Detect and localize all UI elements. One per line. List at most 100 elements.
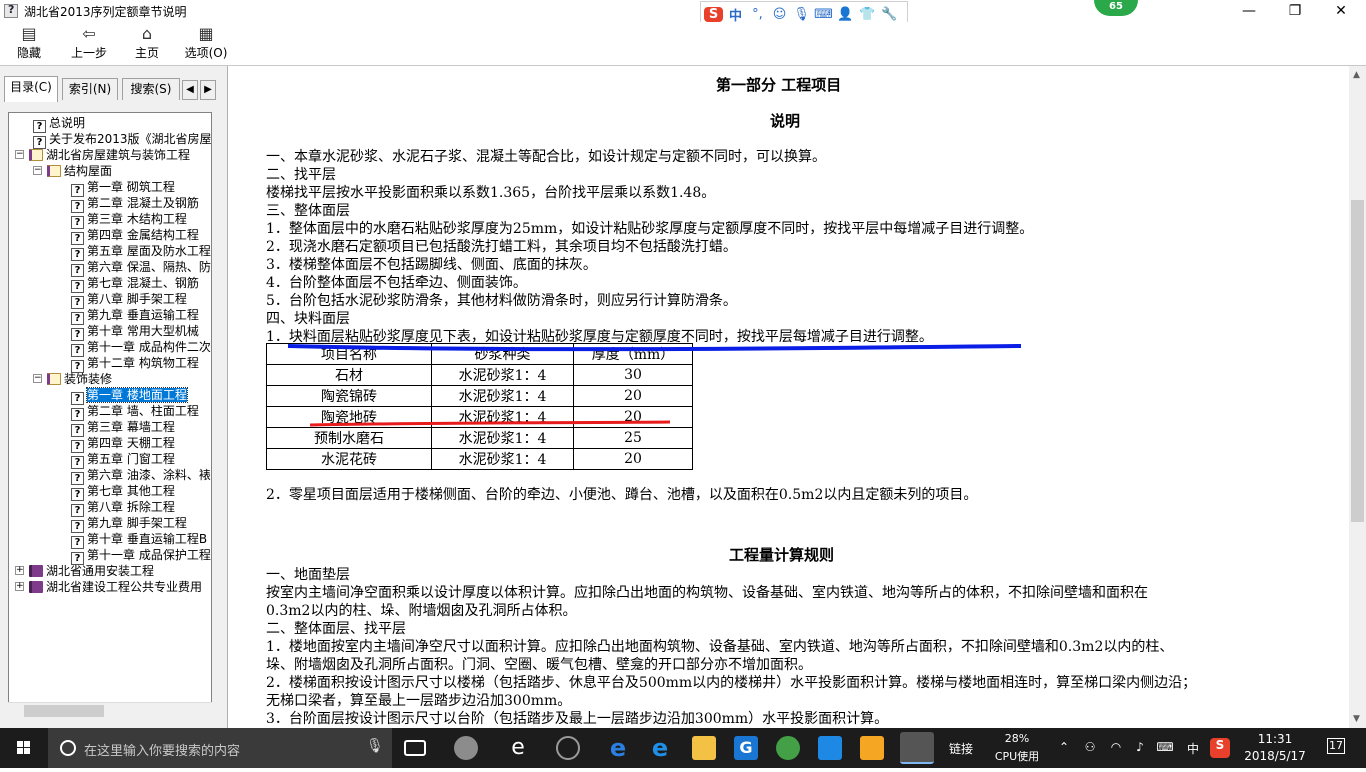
g-app-icon[interactable]: G [734, 736, 758, 760]
tree-expander-icon[interactable]: − [15, 150, 24, 159]
tree-item[interactable]: ? 第六章 油漆、涂料、裱 [71, 467, 211, 485]
clock-time[interactable]: 11:31 [1240, 732, 1310, 746]
microphone-icon[interactable]: 🎙 [366, 738, 384, 754]
hide-button[interactable]: ▤ 隐藏 [10, 24, 48, 64]
tree-expander-icon[interactable]: + [15, 566, 24, 575]
tree-item[interactable]: ? 第三章 木结构工程 [71, 211, 187, 229]
minimize-button[interactable]: — [1226, 0, 1272, 22]
ie-blue-icon[interactable]: e [648, 736, 672, 760]
tree-item[interactable]: ? 第九章 垂直运输工程 [71, 307, 199, 325]
document-vertical-scrollbar[interactable]: ▲ ▼ [1349, 66, 1366, 728]
tray-overflow-chevron-icon[interactable]: ⌃ [1056, 740, 1072, 754]
tab-scroll-right-button[interactable]: ▶ [200, 80, 216, 100]
tree-item[interactable]: ? 第九章 脚手架工程 [71, 515, 187, 533]
sogou-logo-icon[interactable]: S [704, 6, 723, 22]
tree-item[interactable]: ? 第八章 脚手架工程 [71, 291, 187, 309]
tree-item[interactable]: ? 第三章 幕墙工程 [71, 419, 175, 437]
tree-item[interactable]: ? 关于发布2013版《湖北省房屋 [33, 131, 211, 149]
links-toolbar-label[interactable]: 链接 [946, 740, 976, 757]
tree-item[interactable]: ? 第四章 天棚工程 [71, 435, 175, 453]
tab-search[interactable]: 搜索(S) [122, 78, 180, 100]
tree-item[interactable]: ? 第二章 混凝土及钢筋 [71, 195, 199, 213]
notes-paragraph: 1．整体面层中的水磨石粘贴砂浆厚度为25mm，如设计粘贴砂浆厚度与定额厚度不同时… [266, 221, 1034, 237]
tree-item[interactable]: 湖北省房屋建筑与装饰工程 [29, 147, 190, 163]
ime-punct-label[interactable]: °, [748, 7, 767, 22]
close-button[interactable]: ✕ [1318, 0, 1364, 22]
pinwheel-app-icon[interactable] [454, 736, 478, 760]
scroll-up-icon[interactable]: ▲ [1353, 70, 1360, 80]
back-button[interactable]: ⇦ 上一步 [66, 24, 112, 64]
tree-item[interactable]: 湖北省通用安装工程 [29, 563, 154, 579]
search-placeholder: 在这里输入你要搜索的内容 [84, 744, 241, 759]
home-button[interactable]: ⌂ 主页 [128, 24, 166, 64]
scroll-down-icon[interactable]: ▼ [1353, 714, 1360, 724]
tree-expander-icon[interactable]: + [15, 582, 24, 591]
tab-scroll-left-button[interactable]: ◀ [182, 80, 198, 100]
rules-paragraph: 1．楼地面按室内主墙间净空尺寸以面积计算。应扣除凸出地面构筑物、设备基础、室内铁… [266, 639, 1174, 655]
user-icon[interactable]: 👤 [836, 7, 855, 22]
notes-app-icon[interactable] [860, 736, 884, 760]
file-explorer-icon[interactable] [692, 736, 716, 760]
tree-item[interactable]: ? 第七章 其他工程 [71, 483, 175, 501]
tree-item[interactable]: 结构屋面 [47, 163, 112, 179]
tab-contents[interactable]: 目录(C) [4, 76, 58, 102]
wrench-icon[interactable]: 🔧 [880, 7, 899, 22]
contents-tree[interactable]: ? 总说明? 关于发布2013版《湖北省房屋 − 湖北省房屋建筑与装饰工程 − 结构屋面? 第… [8, 112, 212, 716]
edge-browser-icon[interactable]: e [606, 736, 630, 760]
options-button[interactable]: ▦ 选项(O) [182, 24, 230, 64]
tree-scroll-thumb[interactable] [24, 705, 104, 717]
volume-icon[interactable]: ♪ [1130, 740, 1150, 754]
tree-item[interactable]: 湖北省建设工程公共专业费用 [29, 579, 202, 595]
help-app-active-icon[interactable] [900, 732, 934, 764]
people-icon[interactable]: ⚇ [1080, 740, 1100, 754]
navigation-pane: 目录(C) 索引(N) 搜索(S) ◀ ▶ ? 总说明? 关于发布2013版《湖北省… [0, 66, 228, 728]
tree-item[interactable]: ? 第六章 保温、隔热、防 [71, 259, 211, 277]
tree-item[interactable]: ? 第十一章 成品保护工程 [71, 547, 211, 565]
shirt-icon[interactable]: 👕 [858, 7, 877, 22]
sogou-tray-icon[interactable]: S [1210, 738, 1230, 758]
tree-item[interactable]: ? 第二章 墙、柱面工程 [71, 403, 199, 421]
book-open-icon [47, 373, 61, 385]
wifi-icon[interactable]: ◠ [1106, 740, 1126, 754]
emoji-icon[interactable]: ☺ [770, 7, 789, 22]
taskbar-search-box[interactable]: 在这里输入你要搜索的内容 🎙 [48, 728, 392, 768]
action-center-icon[interactable]: 17 [1318, 738, 1354, 754]
touch-keyboard-icon[interactable]: ⌨ [1152, 740, 1178, 754]
document-scroll-thumb[interactable] [1351, 200, 1364, 522]
tree-item[interactable]: ? 第一章 砌筑工程 [71, 179, 175, 197]
tree-item[interactable]: ? 第五章 门窗工程 [71, 451, 175, 469]
tree-item[interactable]: ? 第十章 垂直运输工程B [71, 531, 207, 549]
tree-item[interactable]: ? 第七章 混凝土、钢筋 [71, 275, 199, 293]
input-language-label[interactable]: 中 [1184, 740, 1202, 757]
keyboard-icon[interactable]: ⌨ [814, 7, 833, 22]
tree-expander-icon[interactable]: − [33, 374, 42, 383]
maximize-button[interactable]: ❐ [1272, 0, 1318, 22]
tab-index[interactable]: 索引(N) [62, 78, 118, 100]
task-view-icon[interactable] [404, 740, 426, 756]
section-title-rules: 工程量计算规则 [729, 546, 835, 564]
tree-horizontal-scrollbar[interactable] [8, 702, 212, 718]
score-badge[interactable]: 65 [1094, 0, 1138, 16]
tree-item[interactable]: ? 第八章 拆除工程 [71, 499, 175, 517]
microphone-icon[interactable]: 🎙 [792, 7, 811, 22]
tree-item[interactable]: ? 第四章 金属结构工程 [71, 227, 199, 245]
tree-item-label: 第一章 砌筑工程 [87, 180, 175, 194]
start-button[interactable] [0, 728, 48, 768]
tree-item[interactable]: ? 总说明 [33, 115, 85, 133]
tree-item[interactable]: ? 第一章 楼地面工程 [71, 387, 188, 405]
tree-item[interactable]: 装饰装修 [47, 371, 112, 387]
tree-item[interactable]: ? 第十章 常用大型机械 [71, 323, 199, 341]
tree-item[interactable]: ? 第五章 屋面及防水工程 [71, 243, 211, 261]
network-app-icon[interactable] [556, 736, 580, 760]
green-app-icon[interactable] [776, 736, 800, 760]
back-arrow-icon: ⇦ [82, 24, 96, 43]
clock-date[interactable]: 2018/5/17 [1240, 749, 1310, 763]
tree-item[interactable]: ? 第十二章 构筑物工程 [71, 355, 199, 373]
tree-item[interactable]: ? 第十一章 成品构件二次 [71, 339, 211, 357]
ie-browser-icon[interactable]: e [506, 736, 530, 760]
nav-tabs: 目录(C) 索引(N) 搜索(S) ◀ ▶ [4, 76, 224, 102]
blue-cross-app-icon[interactable] [818, 736, 842, 760]
tree-expander-icon[interactable]: − [33, 166, 42, 175]
title-bar: 湖北省2013序列定额章节说明 S 中 °, ☺ 🎙 ⌨ 👤 👕 🔧 65 — … [0, 0, 1366, 27]
ime-mode-label[interactable]: 中 [726, 5, 745, 24]
